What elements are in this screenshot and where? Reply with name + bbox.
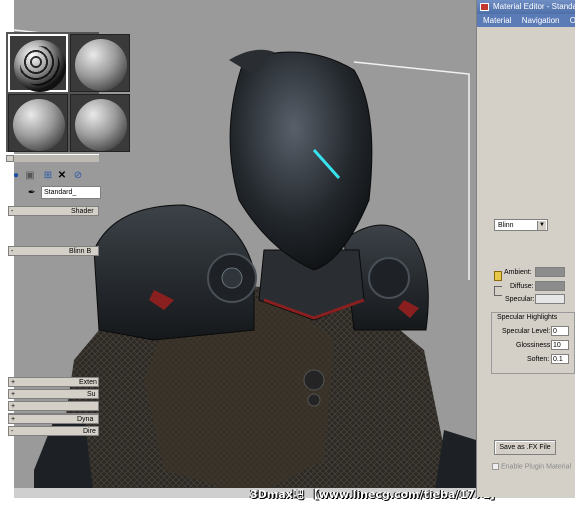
rollout-title: Dire	[83, 428, 96, 435]
rollout-shader[interactable]: - Shader	[8, 206, 99, 216]
diffuse-label: Diffuse:	[510, 283, 534, 290]
put-to-scene-icon[interactable]: ▣	[24, 170, 36, 182]
glossiness-label: Glossiness:	[516, 342, 553, 349]
sample-sphere	[13, 99, 65, 151]
chevron-down-icon: ▼	[537, 221, 546, 230]
sample-slot-3[interactable]	[8, 94, 68, 152]
rollout-toggle: +	[11, 391, 16, 398]
assign-to-selection-icon[interactable]: ⊞	[42, 170, 54, 182]
sample-slot-1[interactable]	[8, 34, 68, 92]
screenshot-frame: 3Dmax吧 【www.linecg.com/tieba/1771】 menta…	[0, 0, 575, 509]
shader-type-select[interactable]: Blinn ▼	[494, 219, 548, 231]
rollout-toggle: -	[11, 248, 14, 255]
rollout-title: Su	[87, 391, 96, 398]
shader-type-value: Blinn	[498, 222, 514, 229]
specular-highlights-title: Specular Highlights	[496, 314, 559, 321]
rollout-extended-parameters[interactable]: + Exten	[8, 377, 99, 387]
eyedropper-icon[interactable]: ✒	[28, 187, 36, 198]
lock-bracket-icon	[494, 286, 502, 296]
material-name-field[interactable]: Standard_	[41, 186, 101, 199]
reset-icon[interactable]: ✕	[56, 170, 68, 182]
get-material-icon[interactable]: ●	[10, 170, 22, 182]
sample-sphere	[14, 40, 66, 92]
sample-slot-4[interactable]	[70, 94, 130, 152]
ambient-color-swatch[interactable]	[535, 267, 565, 277]
specular-label: Specular:	[505, 296, 535, 303]
enable-plugin-material-row[interactable]: Enable Plugin Material	[492, 463, 571, 470]
save-as-fx-file-button[interactable]: Save as .FX File	[494, 440, 556, 455]
rollout-blinn-basic[interactable]: - Blinn B	[8, 246, 99, 256]
diffuse-color-swatch[interactable]	[535, 281, 565, 291]
rollout-title: Dyna	[77, 416, 94, 423]
sample-sphere	[75, 99, 127, 151]
menu-navigation[interactable]: Navigation	[522, 16, 560, 25]
title-bar[interactable]: Material Editor - Standa	[477, 0, 575, 14]
rollout-maps[interactable]: +	[8, 401, 99, 411]
rollout-toggle: +	[11, 379, 16, 386]
sample-sphere	[75, 39, 127, 91]
specular-color-swatch[interactable]	[535, 294, 565, 304]
menu-bar: Material Navigation O	[477, 14, 575, 27]
sample-slot-2[interactable]	[70, 34, 130, 92]
rollout-title: Shader	[71, 208, 94, 215]
rollout-toggle: -	[11, 428, 14, 435]
rollout-dynamics[interactable]: + Dyna	[8, 414, 99, 424]
glossiness-spinner[interactable]: 10	[551, 340, 569, 350]
rollout-directx-manager[interactable]: - Dire	[8, 426, 99, 436]
watermark-text: 3Dmax吧 【www.linecg.com/tieba/1771】	[250, 488, 501, 501]
menu-options[interactable]: O	[570, 16, 575, 25]
specular-level-label: Specular Level:	[502, 328, 551, 335]
window-title: Material Editor - Standa	[493, 2, 575, 11]
soften-label: Soften:	[527, 356, 550, 363]
rollout-toggle: +	[11, 403, 16, 410]
menu-material[interactable]: Material	[483, 16, 511, 25]
enable-plugin-label: Enable Plugin Material	[501, 463, 572, 471]
rollout-title: Exten	[79, 379, 97, 386]
lock-ambient-diffuse-icon[interactable]	[494, 271, 502, 281]
material-toolbar: ● ▣ ⊞ ✕ ⊘	[6, 168, 99, 184]
soften-spinner[interactable]: 0.1	[551, 354, 569, 364]
material-editor-app-icon	[480, 3, 489, 11]
make-unique-icon[interactable]: ⊘	[72, 170, 84, 182]
sample-slots	[6, 32, 130, 152]
specular-level-spinner[interactable]: 0	[551, 326, 569, 336]
material-editor-window: Material Editor - Standa Material Naviga…	[476, 0, 575, 497]
slot-scrollbar[interactable]	[6, 154, 99, 162]
rollout-toggle: +	[11, 416, 16, 423]
ambient-label: Ambient:	[504, 269, 532, 276]
rollout-supersampling[interactable]: + Su	[8, 389, 99, 399]
scroll-left-button[interactable]	[6, 155, 14, 162]
enable-plugin-checkbox[interactable]	[492, 463, 499, 470]
material-name-bar: ✒ Standard_	[28, 186, 101, 200]
rollout-title: Blinn B	[69, 248, 92, 255]
rollout-toggle: -	[11, 208, 14, 215]
